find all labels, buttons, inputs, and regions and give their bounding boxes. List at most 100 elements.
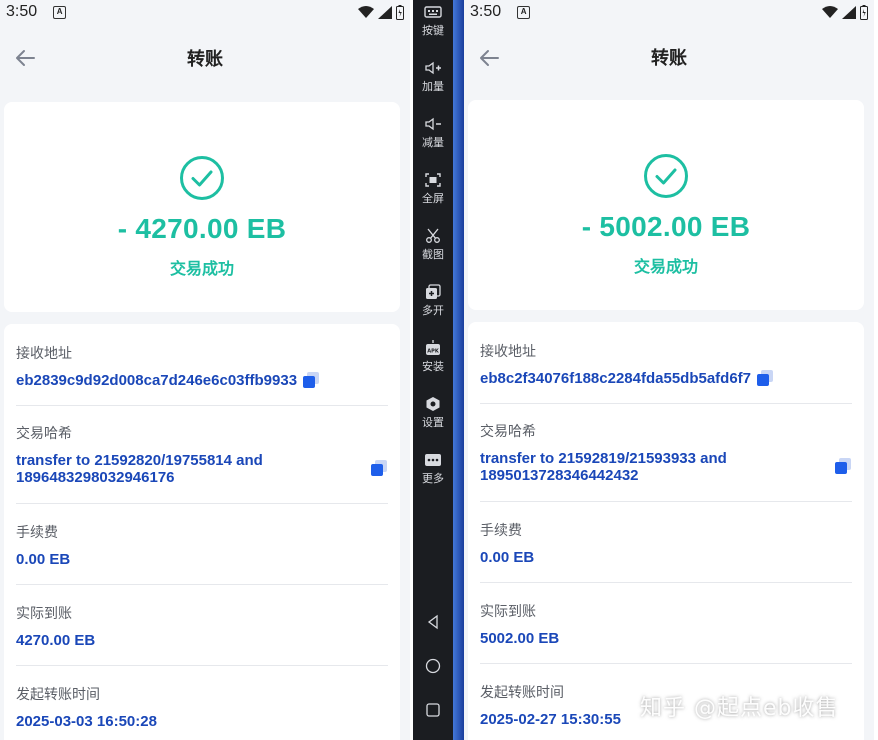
detail-row-fee: 手续费 0.00 EB: [16, 504, 388, 585]
sidebar-label: 全屏: [422, 192, 444, 205]
transaction-status: 交易成功: [169, 259, 234, 278]
sidebar-label: 更多: [422, 472, 444, 485]
copy-icon[interactable]: [303, 372, 320, 389]
title-bar: 转账: [0, 24, 410, 92]
detail-label: 交易哈希: [480, 424, 536, 440]
sidebar-item-more[interactable]: 更多: [413, 452, 453, 486]
details-card: 接收地址 eb2839c9d92d008ca7d246e6c03ffb9933 …: [4, 324, 400, 740]
page-title: 转账: [651, 48, 687, 69]
back-arrow-icon[interactable]: [476, 46, 502, 70]
more-icon: [425, 454, 441, 466]
battery-icon: [860, 4, 868, 20]
copy-icon[interactable]: [835, 458, 852, 475]
copy-icon[interactable]: [757, 370, 774, 387]
volume-up-icon: [425, 61, 441, 75]
detail-label: 实际到账: [480, 604, 536, 620]
detail-row-received: 实际到账 5002.00 EB: [480, 583, 852, 664]
detail-row-hash: 交易哈希 transfer to 21592820/19755814 and 1…: [16, 406, 388, 504]
detail-value: eb8c2f34076f188c2284fda55db5afd6f7: [480, 370, 752, 387]
scissors-icon: [426, 228, 440, 243]
detail-value-line2: 1896483298032946176: [16, 469, 175, 486]
sidebar-item-install[interactable]: APK 安装: [413, 340, 453, 374]
detail-row-time: 发起转账时间 2025-03-03 16:50:28: [16, 666, 388, 740]
success-check-icon: [180, 156, 224, 200]
detail-value: 5002.00 EB: [480, 630, 560, 647]
sidebar-item-multi-instance[interactable]: 多开: [413, 284, 453, 318]
details-card: 接收地址 eb8c2f34076f188c2284fda55db5afd6f7 …: [468, 322, 864, 740]
fullscreen-icon: [425, 173, 441, 187]
zhihu-watermark: 知乎 @起点eb收售: [640, 696, 839, 721]
nav-recent-button[interactable]: [413, 702, 453, 722]
nav-home-icon: [425, 658, 441, 674]
page-title: 转账: [187, 49, 223, 70]
sidebar-label: 多开: [422, 304, 444, 317]
sidebar-item-volume-up[interactable]: 加量: [413, 60, 453, 94]
sidebar-label: 设置: [422, 416, 444, 429]
detail-value-line2: 1895013728346442432: [480, 467, 639, 484]
nav-back-icon: [427, 614, 438, 630]
right-phone-screen: 3:50 A 转账 - 5002.00 EB 交易成功 接收地址 eb8c2f3…: [464, 0, 874, 740]
detail-label: 接收地址: [480, 344, 536, 360]
detail-row-received: 实际到账 4270.00 EB: [16, 585, 388, 666]
title-bar: 转账: [464, 24, 874, 90]
sidebar-label: 按键: [422, 24, 444, 37]
window-divider: [453, 0, 464, 740]
result-card: - 4270.00 EB 交易成功: [4, 102, 400, 312]
sidebar-item-keys[interactable]: 按键: [413, 4, 453, 38]
status-bar: 3:50 A: [0, 0, 410, 24]
volume-down-icon: [425, 117, 441, 131]
success-check-icon: [644, 154, 688, 198]
detail-value: 2025-03-03 16:50:28: [16, 713, 157, 730]
sidebar-item-screenshot[interactable]: 截图: [413, 228, 453, 262]
sidebar-label: 加量: [422, 80, 444, 93]
svg-text:APK: APK: [427, 349, 440, 355]
detail-label: 实际到账: [16, 606, 72, 622]
detail-label: 接收地址: [16, 346, 72, 362]
battery-icon: [396, 4, 404, 20]
keyboard-icon: [424, 6, 442, 18]
detail-value-line1: transfer to 21592820/19755814 and: [16, 452, 263, 469]
transfer-amount: - 5002.00 EB: [581, 211, 751, 242]
settings-hexagon-icon: [426, 397, 440, 411]
status-time: 3:50: [470, 3, 502, 20]
detail-label: 手续费: [16, 525, 58, 541]
nav-back-button[interactable]: [413, 614, 453, 634]
back-arrow-icon[interactable]: [12, 46, 38, 70]
wifi-icon: [358, 5, 374, 18]
left-phone-screen: 3:50 A 转账 - 4270.00 EB 交易成功 接收地址 eb2839c…: [0, 0, 410, 740]
detail-value: 4270.00 EB: [16, 632, 96, 649]
multi-window-icon: [426, 284, 441, 299]
sidebar-item-volume-down[interactable]: 减量: [413, 116, 453, 150]
detail-value: eb2839c9d92d008ca7d246e6c03ffb9933: [16, 372, 298, 389]
transaction-status: 交易成功: [633, 257, 698, 276]
sidebar-label: 安装: [422, 360, 444, 373]
detail-value: 0.00 EB: [480, 549, 535, 566]
detail-row-fee: 手续费 0.00 EB: [480, 502, 852, 583]
transfer-amount: - 4270.00 EB: [117, 213, 287, 244]
detail-label: 发起转账时间: [16, 687, 100, 703]
detail-row-address: 接收地址 eb2839c9d92d008ca7d246e6c03ffb9933: [16, 324, 388, 406]
status-icons: [822, 4, 868, 20]
apk-install-icon: APK: [426, 340, 440, 355]
emulator-sidebar: 按键 加量 减量 全屏 截图 多开 APK 安装 设置 更多: [413, 0, 453, 740]
status-icons: [358, 4, 404, 20]
sidebar-item-fullscreen[interactable]: 全屏: [413, 172, 453, 206]
result-card: - 5002.00 EB 交易成功: [468, 100, 864, 310]
sidebar-label: 截图: [422, 248, 444, 261]
detail-row-address: 接收地址 eb8c2f34076f188c2284fda55db5afd6f7: [480, 322, 852, 404]
notification-icon: A: [53, 5, 67, 19]
detail-row-hash: 交易哈希 transfer to 21592819/21593933 and 1…: [480, 404, 852, 502]
signal-icon: [378, 5, 392, 19]
detail-value: 0.00 EB: [16, 551, 71, 568]
nav-home-button[interactable]: [413, 658, 453, 678]
detail-label: 交易哈希: [16, 426, 72, 442]
signal-icon: [842, 5, 856, 19]
detail-value-line1: transfer to 21592819/21593933 and: [480, 450, 727, 467]
sidebar-item-settings[interactable]: 设置: [413, 396, 453, 430]
copy-icon[interactable]: [371, 460, 388, 477]
status-bar: 3:50 A: [464, 0, 874, 24]
detail-label: 手续费: [480, 523, 522, 539]
wifi-icon: [822, 5, 838, 18]
status-time: 3:50: [6, 3, 38, 20]
sidebar-label: 减量: [422, 136, 444, 149]
